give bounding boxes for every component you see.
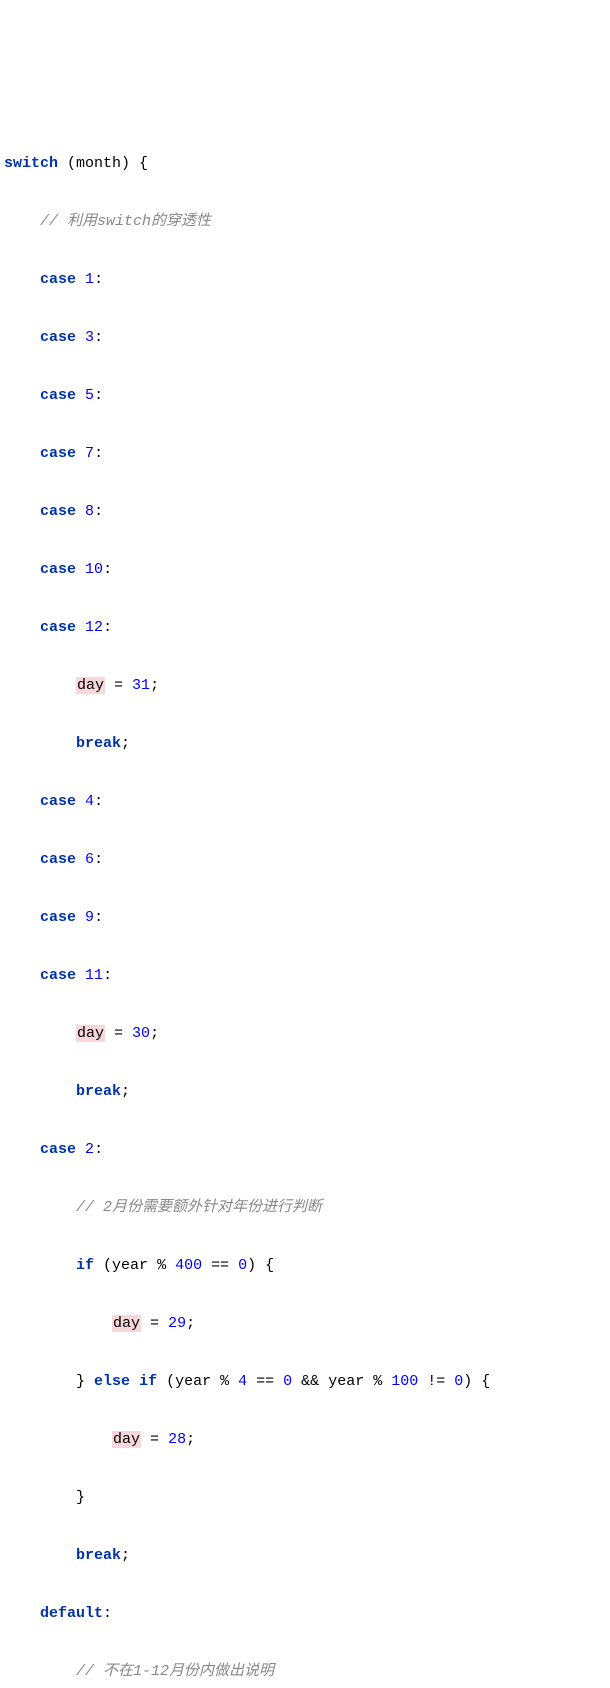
keyword-case: case [40,271,76,288]
code-line: if (year % 400 == 0) { [4,1251,610,1280]
code-block: switch (month) { // 利用switch的穿透性 case 1:… [4,120,610,1688]
number: 4 [85,793,94,810]
code-line: case 6: [4,845,610,874]
keyword-switch: switch [4,155,58,172]
number: 400 [175,1257,202,1274]
number: 28 [168,1431,186,1448]
number: 5 [85,387,94,404]
keyword-case: case [40,445,76,462]
number: 31 [132,677,150,694]
code-line: // 不在1-12月份内做出说明 [4,1657,610,1686]
keyword-case: case [40,503,76,520]
code-line: case 9: [4,903,610,932]
code-line: } else if (year % 4 == 0 && year % 100 !… [4,1367,610,1396]
var-day: day [112,1431,141,1448]
keyword-case: case [40,561,76,578]
var-month: month [76,155,121,172]
code-line: case 10: [4,555,610,584]
number: 0 [454,1373,463,1390]
code-line: case 12: [4,613,610,642]
comment: // 利用switch的穿透性 [40,213,211,230]
code-line: break; [4,729,610,758]
keyword-case: case [40,329,76,346]
var-day: day [76,1025,105,1042]
keyword-if: if [139,1373,157,1390]
code-line: // 利用switch的穿透性 [4,207,610,236]
keyword-case: case [40,387,76,404]
number: 6 [85,851,94,868]
code-line: default: [4,1599,610,1628]
number: 1 [85,271,94,288]
number: 4 [238,1373,247,1390]
keyword-case: case [40,851,76,868]
keyword-case: case [40,967,76,984]
keyword-break: break [76,1547,121,1564]
number: 9 [85,909,94,926]
code-line: switch (month) { [4,149,610,178]
keyword-break: break [76,1083,121,1100]
keyword-case: case [40,793,76,810]
var-year: year [175,1373,211,1390]
number: 30 [132,1025,150,1042]
number: 8 [85,503,94,520]
keyword-case: case [40,619,76,636]
keyword-default: default [40,1605,103,1622]
keyword-case: case [40,1141,76,1158]
keyword-else: else [94,1373,130,1390]
var-day: day [112,1315,141,1332]
number: 29 [168,1315,186,1332]
number: 7 [85,445,94,462]
number: 11 [85,967,103,984]
keyword-if: if [76,1257,94,1274]
code-line: break; [4,1077,610,1106]
code-line: case 5: [4,381,610,410]
var-day: day [76,677,105,694]
var-year: year [328,1373,364,1390]
code-line: case 8: [4,497,610,526]
code-line: day = 30; [4,1019,610,1048]
code-line: day = 29; [4,1309,610,1338]
code-line: case 3: [4,323,610,352]
code-line: case 11: [4,961,610,990]
code-line: day = 28; [4,1425,610,1454]
comment: // 2月份需要额外针对年份进行判断 [76,1199,322,1216]
number: 3 [85,329,94,346]
code-line: } [4,1483,610,1512]
code-line: // 2月份需要额外针对年份进行判断 [4,1193,610,1222]
keyword-break: break [76,735,121,752]
number: 12 [85,619,103,636]
code-line: day = 31; [4,671,610,700]
var-year: year [112,1257,148,1274]
code-line: case 1: [4,265,610,294]
number: 10 [85,561,103,578]
code-line: break; [4,1541,610,1570]
number: 0 [283,1373,292,1390]
code-line: case 2: [4,1135,610,1164]
code-line: case 7: [4,439,610,468]
number: 2 [85,1141,94,1158]
number: 100 [391,1373,418,1390]
code-line: case 4: [4,787,610,816]
comment: // 不在1-12月份内做出说明 [76,1663,274,1680]
keyword-case: case [40,909,76,926]
number: 0 [238,1257,247,1274]
